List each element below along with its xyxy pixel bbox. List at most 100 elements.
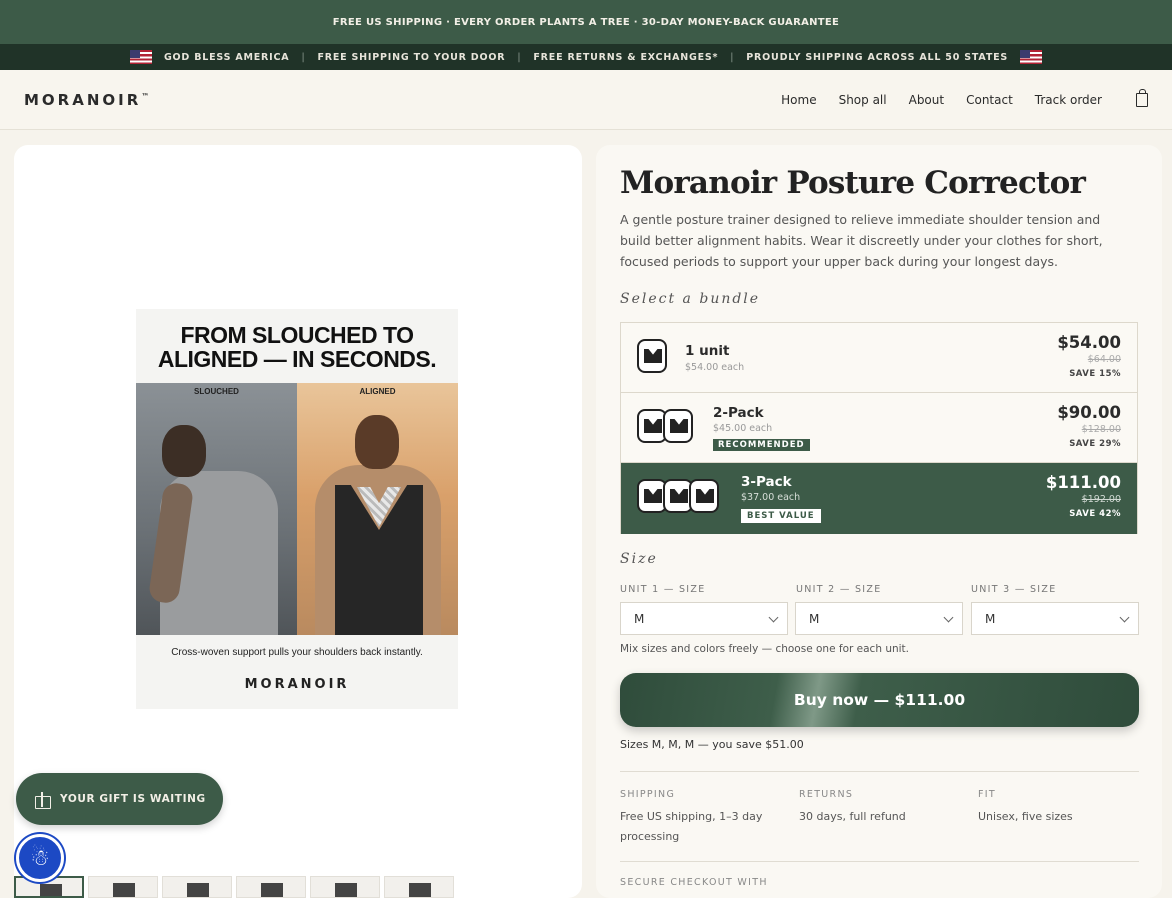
bundle-icons (637, 339, 667, 373)
unit-size-label: UNIT 2 — SIZE (796, 584, 882, 595)
bundle-icons (637, 409, 693, 443)
nav-link-contact[interactable]: Contact (966, 93, 1013, 107)
gift-icon (34, 791, 51, 809)
thumbnail[interactable] (384, 876, 454, 898)
thumbnail[interactable] (88, 876, 158, 898)
product-description: A gentle posture trainer designed to rel… (620, 212, 1103, 269)
bundle-option-1-unit[interactable]: 1 unit $54.00 each $54.00 $64.00 SAVE 15… (621, 323, 1137, 393)
cart-bag-icon[interactable] (1136, 88, 1148, 107)
thumbnail[interactable] (236, 876, 306, 898)
brace-product-icon (663, 409, 693, 443)
unit-size-label: UNIT 3 — SIZE (971, 584, 1057, 595)
product-main-image[interactable]: FROM SLOUCHED TO ALIGNED — IN SECONDS. S… (136, 309, 458, 709)
before-after-photo: SLOUCHED ALIGNED (136, 383, 458, 635)
unit-3-size-select[interactable]: M (971, 602, 1139, 635)
divider: | (730, 51, 735, 63)
secondary-announcement-bar: GOD BLESS AMERICA | FREE SHIPPING TO YOU… (0, 44, 1172, 70)
selected-size: M (634, 611, 645, 626)
divider: | (517, 51, 522, 63)
chevron-down-icon (768, 612, 779, 623)
us-flag-icon (129, 50, 152, 64)
thumbnail-image (113, 883, 135, 897)
trademark-mark: ™ (141, 91, 150, 101)
bundle-name: 1 unit (685, 343, 730, 359)
selected-size: M (809, 611, 820, 626)
bundle-selector: 1 unit $54.00 each $54.00 $64.00 SAVE 15… (620, 322, 1138, 534)
figure-head (162, 425, 206, 477)
announcement-item: GOD BLESS AMERICA (163, 51, 290, 63)
bundle-option-3-pack[interactable]: 3-Pack $37.00 each BEST VALUE $111.00 $1… (621, 463, 1137, 534)
bundle-savings: SAVE 15% (1069, 369, 1121, 379)
accessibility-button[interactable]: ☃ (16, 834, 64, 882)
bundle-compare-price: $64.00 (1087, 354, 1121, 365)
figure-head (355, 415, 399, 469)
site-logo[interactable]: MORANOIR™ (24, 91, 149, 109)
bundle-compare-price: $128.00 (1081, 424, 1121, 435)
nav-link-shop-all[interactable]: Shop all (839, 93, 887, 107)
bundle-unit-price: $45.00 each (713, 423, 773, 434)
bundle-price: $90.00 (1057, 403, 1121, 422)
product-title: Moranoir Posture Corrector (620, 165, 1086, 201)
bundle-option-2-pack[interactable]: 2-Pack $45.00 each RECOMMENDED $90.00 $1… (621, 393, 1137, 463)
bundle-unit-price: $54.00 each (685, 362, 745, 373)
thumbnail-image (335, 883, 357, 897)
slouched-label: SLOUCHED (194, 387, 239, 396)
order-summary: Sizes M, M, M — you save $51.00 (620, 738, 804, 751)
nav-link-home[interactable]: Home (781, 93, 816, 107)
divider (620, 771, 1139, 772)
thumbnail-image (187, 883, 209, 897)
aligned-photo: ALIGNED (297, 383, 458, 635)
divider: | (301, 51, 306, 63)
mix-sizes-note: Mix sizes and colors freely — choose one… (620, 643, 909, 655)
bundle-icons (637, 479, 719, 513)
slouched-photo: SLOUCHED (136, 383, 297, 635)
image-headline: FROM SLOUCHED TO ALIGNED — IN SECONDS. (136, 323, 458, 371)
size-section-label: Size (620, 551, 658, 567)
nav-link-track-order[interactable]: Track order (1035, 93, 1102, 107)
aligned-label: ALIGNED (359, 387, 396, 396)
fit-value: Unisex, five sizes (978, 810, 1073, 823)
gift-label: YOUR GIFT IS WAITING (60, 793, 206, 805)
brace-product-icon (637, 339, 667, 373)
chevron-down-icon (943, 612, 954, 623)
accessibility-icon: ☃ (30, 845, 50, 871)
recommended-badge: RECOMMENDED (713, 439, 810, 451)
image-brand: MORANOIR (244, 677, 350, 692)
thumbnail-image (261, 883, 283, 897)
shipping-heading: SHIPPING (620, 789, 676, 800)
chevron-down-icon (1119, 612, 1130, 623)
announcement-bar: FREE US SHIPPING · EVERY ORDER PLANTS A … (0, 0, 1172, 44)
secure-checkout-label: SECURE CHECKOUT WITH (620, 877, 768, 888)
announcement-text: FREE US SHIPPING · EVERY ORDER PLANTS A … (332, 16, 840, 28)
bundle-name: 2-Pack (713, 405, 764, 421)
thumbnail[interactable] (162, 876, 232, 898)
returns-heading: RETURNS (799, 789, 854, 800)
unit-size-label: UNIT 1 — SIZE (620, 584, 706, 595)
best-value-badge: BEST VALUE (741, 509, 821, 523)
unit-2-size-select[interactable]: M (795, 602, 963, 635)
gift-button[interactable]: YOUR GIFT IS WAITING (16, 773, 223, 825)
nav-link-about[interactable]: About (909, 93, 944, 107)
site-header: MORANOIR™ Home Shop all About Contact Tr… (0, 70, 1172, 130)
thumbnail-image (409, 883, 431, 897)
thumbnail-strip (14, 876, 582, 898)
bundle-savings: SAVE 29% (1069, 439, 1121, 449)
bundle-price: $54.00 (1057, 333, 1121, 352)
returns-value: 30 days, full refund (799, 810, 906, 823)
us-flag-icon (1020, 50, 1043, 64)
brace-product-icon (689, 479, 719, 513)
fit-heading: FIT (978, 789, 996, 800)
selected-size: M (985, 611, 996, 626)
announcement-item: PROUDLY SHIPPING ACROSS ALL 50 STATES (746, 51, 1009, 63)
announcement-item: FREE RETURNS & EXCHANGES* (533, 51, 719, 63)
bundle-unit-price: $37.00 each (741, 492, 801, 503)
divider (620, 861, 1139, 862)
unit-1-size-select[interactable]: M (620, 602, 788, 635)
bundle-price: $111.00 (1045, 473, 1121, 492)
logo-text: MORANOIR (24, 90, 142, 109)
buy-now-button[interactable]: Buy now — $111.00 (620, 673, 1139, 727)
bundle-savings: SAVE 42% (1069, 509, 1121, 519)
announcement-item: FREE SHIPPING TO YOUR DOOR (317, 51, 506, 63)
thumbnail[interactable] (310, 876, 380, 898)
bundle-name: 3-Pack (741, 474, 792, 490)
